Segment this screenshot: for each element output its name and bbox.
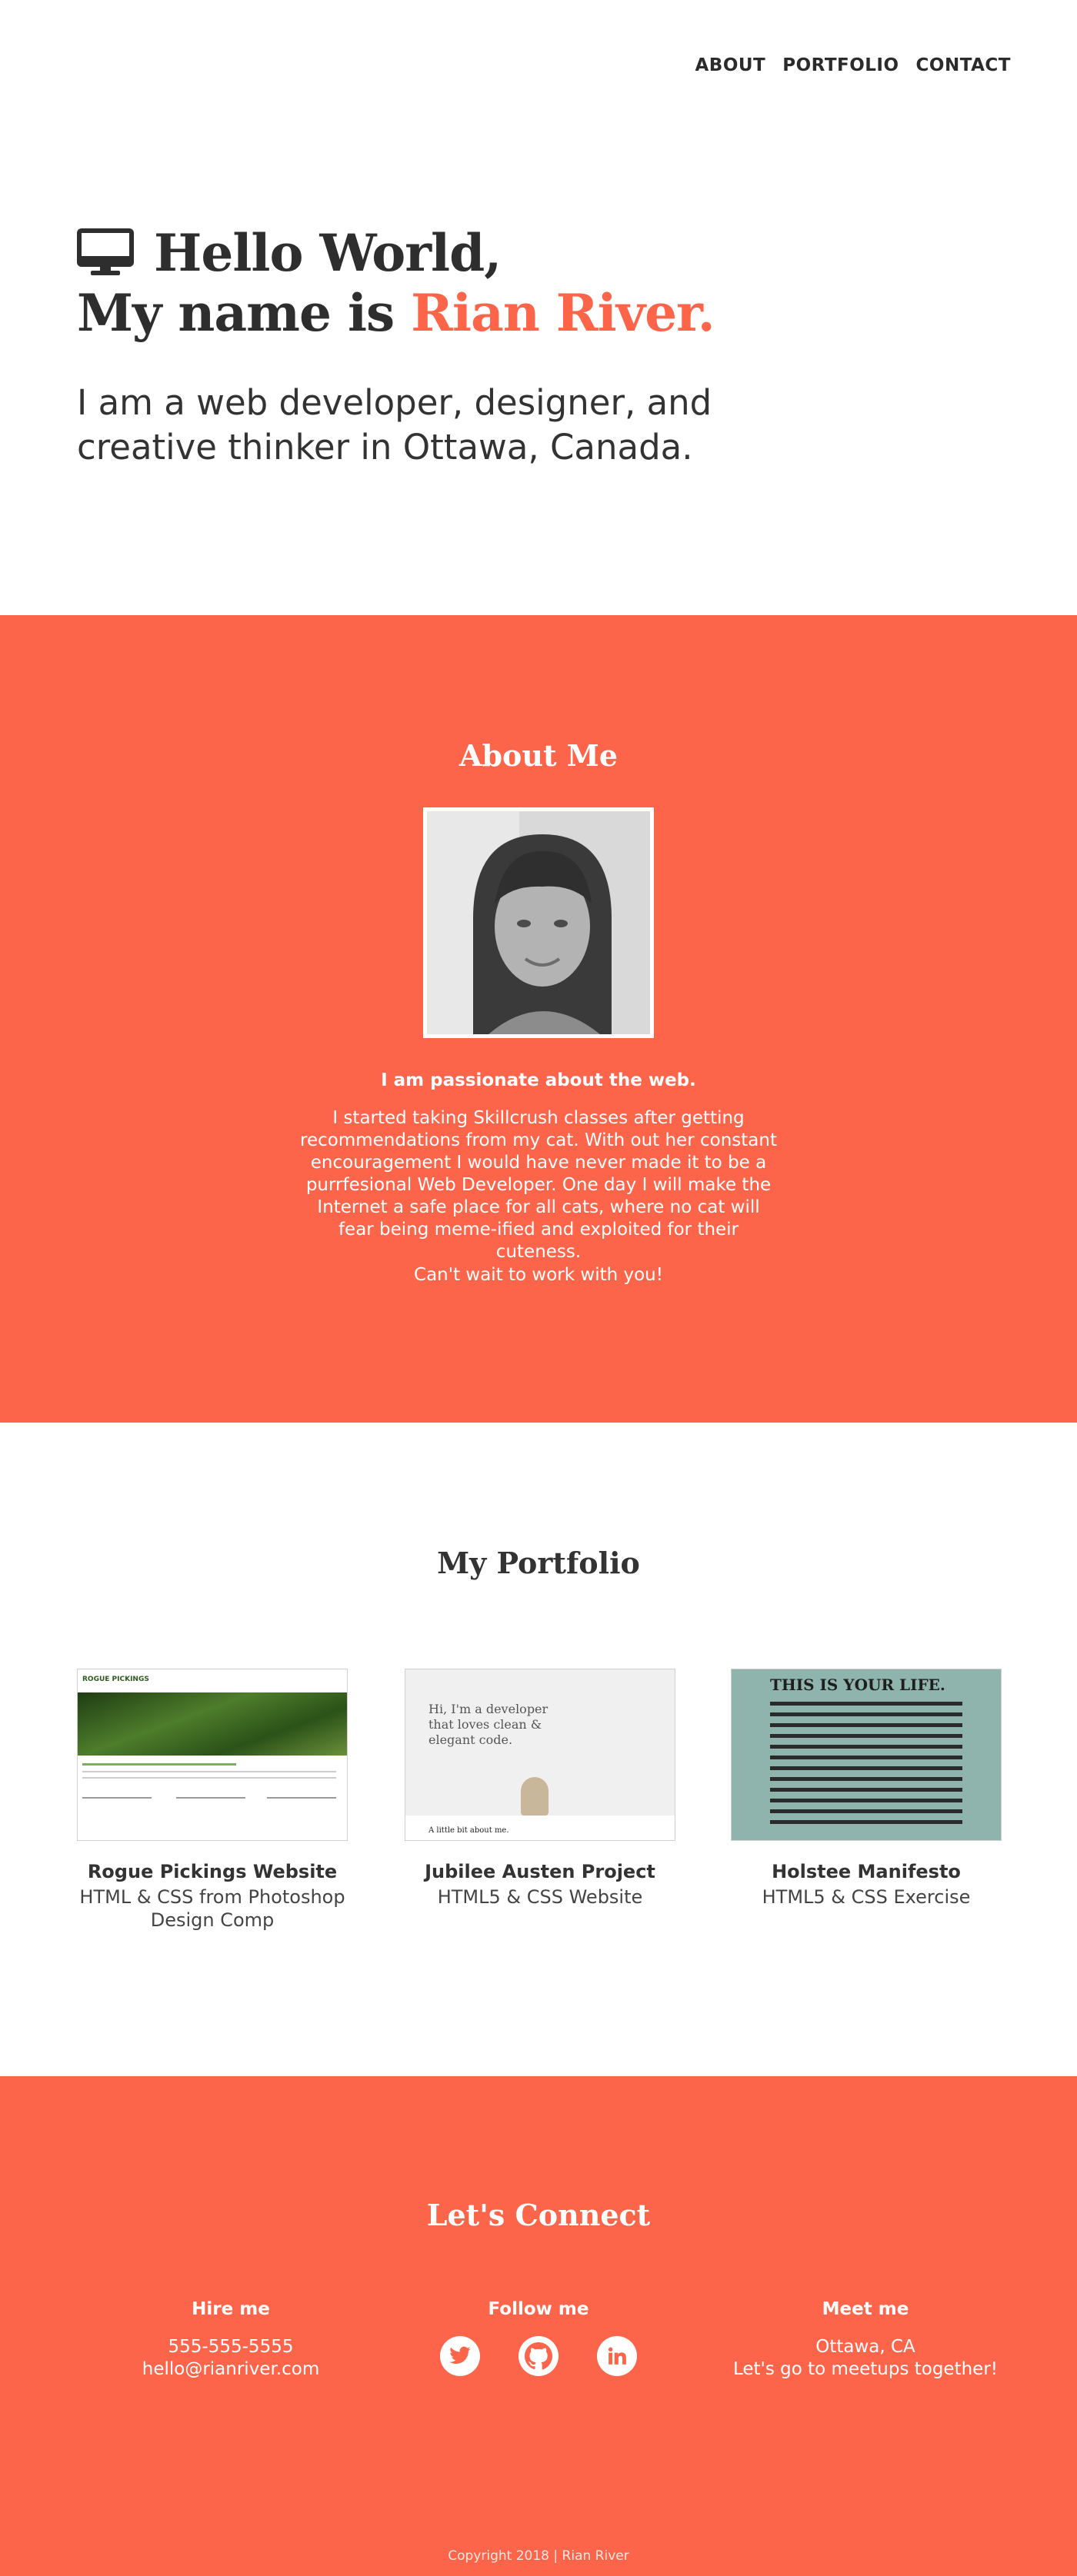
hire-me-heading: Hire me — [192, 2299, 270, 2319]
hero-name: Rian River. — [411, 283, 715, 343]
rogue-pickings-logo: ROGUE PICKINGS — [82, 1676, 149, 1683]
about-lead: I am passionate about the web. — [381, 1070, 696, 1090]
jubilee-austen-thumbnail[interactable]: Hi, I'm a developer that loves clean & e… — [405, 1669, 675, 1841]
rogue-pickings-thumbnail[interactable]: ROGUE PICKINGS — [77, 1669, 348, 1841]
about-title: About Me — [458, 738, 619, 773]
hero-section: Hello World, My name is Rian River. I am… — [0, 138, 1077, 615]
project-title: Rogue Pickings Website — [87, 1861, 338, 1882]
twitter-icon[interactable] — [440, 2336, 480, 2376]
email-link[interactable]: hello@rianriver.com — [77, 2358, 385, 2381]
main-nav: ABOUT PORTFOLIO CONTACT — [695, 55, 1011, 75]
project-title: Jubilee Austen Project — [425, 1861, 655, 1882]
phone-link[interactable]: 555-555-5555 — [77, 2336, 385, 2358]
github-icon[interactable] — [518, 2336, 559, 2376]
about-section: About Me I am passionate about the web. … — [0, 615, 1077, 1423]
portfolio-item-rogue-pickings[interactable]: ROGUE PICKINGS Rogue Pickings Website HT… — [77, 1669, 348, 1932]
project-desc: HTML5 & CSS Exercise — [762, 1886, 971, 1908]
site-header: ABOUT PORTFOLIO CONTACT — [0, 0, 1077, 138]
desktop-monitor-icon — [77, 228, 134, 278]
project-title: Holstee Manifesto — [772, 1861, 961, 1882]
about-body: I started taking Skillcrush classes afte… — [300, 1108, 777, 1262]
meet-me-column: Meet me Ottawa, CA Let's go to meetups t… — [712, 2299, 1019, 2381]
nav-portfolio[interactable]: PORTFOLIO — [782, 55, 899, 75]
project-desc: HTML5 & CSS Website — [437, 1886, 643, 1908]
portfolio-title: My Portfolio — [437, 1546, 640, 1580]
hire-me-column: Hire me 555-555-5555 hello@rianriver.com — [77, 2299, 385, 2381]
portfolio-section: My Portfolio ROGUE PICKINGS Rogue Pickin… — [0, 1423, 1077, 2076]
profile-photo — [423, 807, 654, 1038]
holstee-manifesto-headline: THIS IS YOUR LIFE. — [770, 1676, 945, 1694]
portfolio-item-holstee-manifesto[interactable]: THIS IS YOUR LIFE. Holstee Manifesto HTM… — [731, 1669, 1002, 1909]
copyright-text: Copyright 2018 | Rian River — [448, 2548, 629, 2564]
nav-about[interactable]: ABOUT — [695, 55, 765, 75]
hero-title: Hello World, My name is Rian River. — [77, 223, 715, 343]
connect-title: Let's Connect — [426, 2198, 651, 2232]
about-cta: Can't wait to work with you! — [414, 1265, 663, 1285]
jubilee-austen-heading: Hi, I'm a developer that loves clean & e… — [428, 1702, 549, 1747]
holstee-manifesto-thumbnail[interactable]: THIS IS YOUR LIFE. — [731, 1669, 1002, 1841]
follow-me-heading: Follow me — [488, 2299, 589, 2319]
hero-greeting: Hello World, — [154, 223, 502, 283]
location-text: Ottawa, CA — [815, 2337, 915, 2357]
meetups-text: Let's go to meetups together! — [732, 2359, 999, 2379]
jubilee-austen-footer: A little bit about me. — [428, 1826, 509, 1835]
project-desc: HTML & CSS from Photoshop Design Comp — [79, 1886, 345, 1931]
follow-me-column: Follow me — [385, 2299, 692, 2376]
nav-contact[interactable]: CONTACT — [916, 55, 1011, 75]
linkedin-icon[interactable] — [597, 2336, 637, 2376]
meet-me-heading: Meet me — [822, 2299, 909, 2319]
hero-name-prefix: My name is — [77, 283, 412, 343]
connect-section: Let's Connect Hire me 555-555-5555 hello… — [0, 2076, 1077, 2576]
portfolio-item-jubilee-austen[interactable]: Hi, I'm a developer that loves clean & e… — [405, 1669, 675, 1909]
hero-subtitle: I am a web developer, designer, and crea… — [77, 382, 712, 468]
